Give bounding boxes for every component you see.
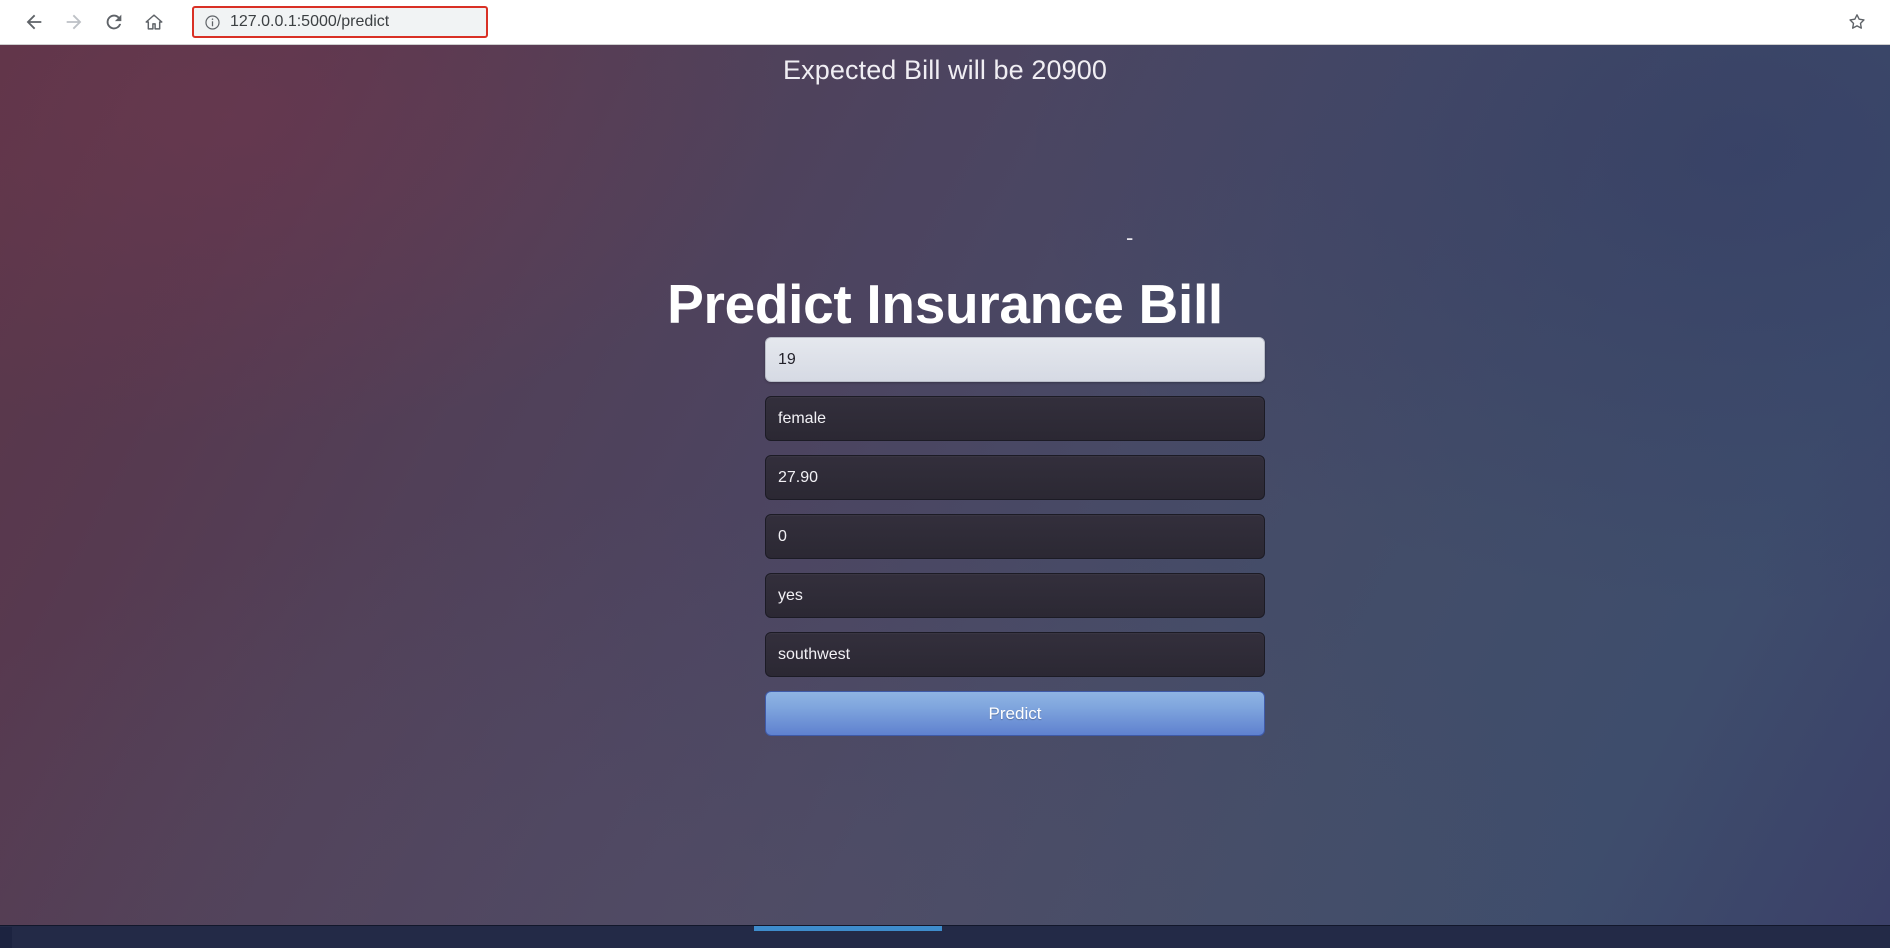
- browser-toolbar: 127.0.0.1:5000/predict: [0, 0, 1890, 45]
- star-icon: [1849, 14, 1865, 29]
- home-icon: [145, 14, 163, 30]
- forward-arrow-icon: [66, 14, 82, 30]
- info-circle-icon[interactable]: [200, 10, 224, 34]
- taskbar-launcher-chip[interactable]: [0, 926, 12, 948]
- back-button[interactable]: [14, 2, 54, 42]
- reload-button[interactable]: [94, 2, 134, 42]
- region-input[interactable]: southwest: [765, 632, 1265, 677]
- prediction-form: 19 female 27.90 0 yes southwest Predict: [765, 337, 1265, 736]
- page-title: Predict Insurance Bill: [667, 273, 1223, 335]
- age-input[interactable]: 19: [765, 337, 1265, 382]
- smoker-input[interactable]: yes: [765, 573, 1265, 618]
- url-text[interactable]: 127.0.0.1:5000/predict: [230, 14, 389, 30]
- bmi-input[interactable]: 27.90: [765, 455, 1265, 500]
- home-button[interactable]: [134, 2, 174, 42]
- stray-dash-text: -: [1126, 225, 1134, 250]
- predict-button[interactable]: Predict: [765, 691, 1265, 736]
- url-bar[interactable]: 127.0.0.1:5000/predict: [192, 6, 488, 38]
- page-content: Expected Bill will be 20900 - Predict In…: [0, 45, 1890, 925]
- bookmark-button[interactable]: [1842, 7, 1872, 37]
- flash-message: Expected Bill will be 20900: [783, 55, 1107, 85]
- back-arrow-icon: [26, 14, 42, 30]
- os-taskbar: [0, 925, 1890, 948]
- web-page-viewport: Expected Bill will be 20900 - Predict In…: [0, 45, 1890, 925]
- sex-input[interactable]: female: [765, 396, 1265, 441]
- children-input[interactable]: 0: [765, 514, 1265, 559]
- taskbar-active-window-indicator[interactable]: [754, 926, 942, 931]
- reload-icon: [106, 14, 122, 30]
- forward-button[interactable]: [54, 2, 94, 42]
